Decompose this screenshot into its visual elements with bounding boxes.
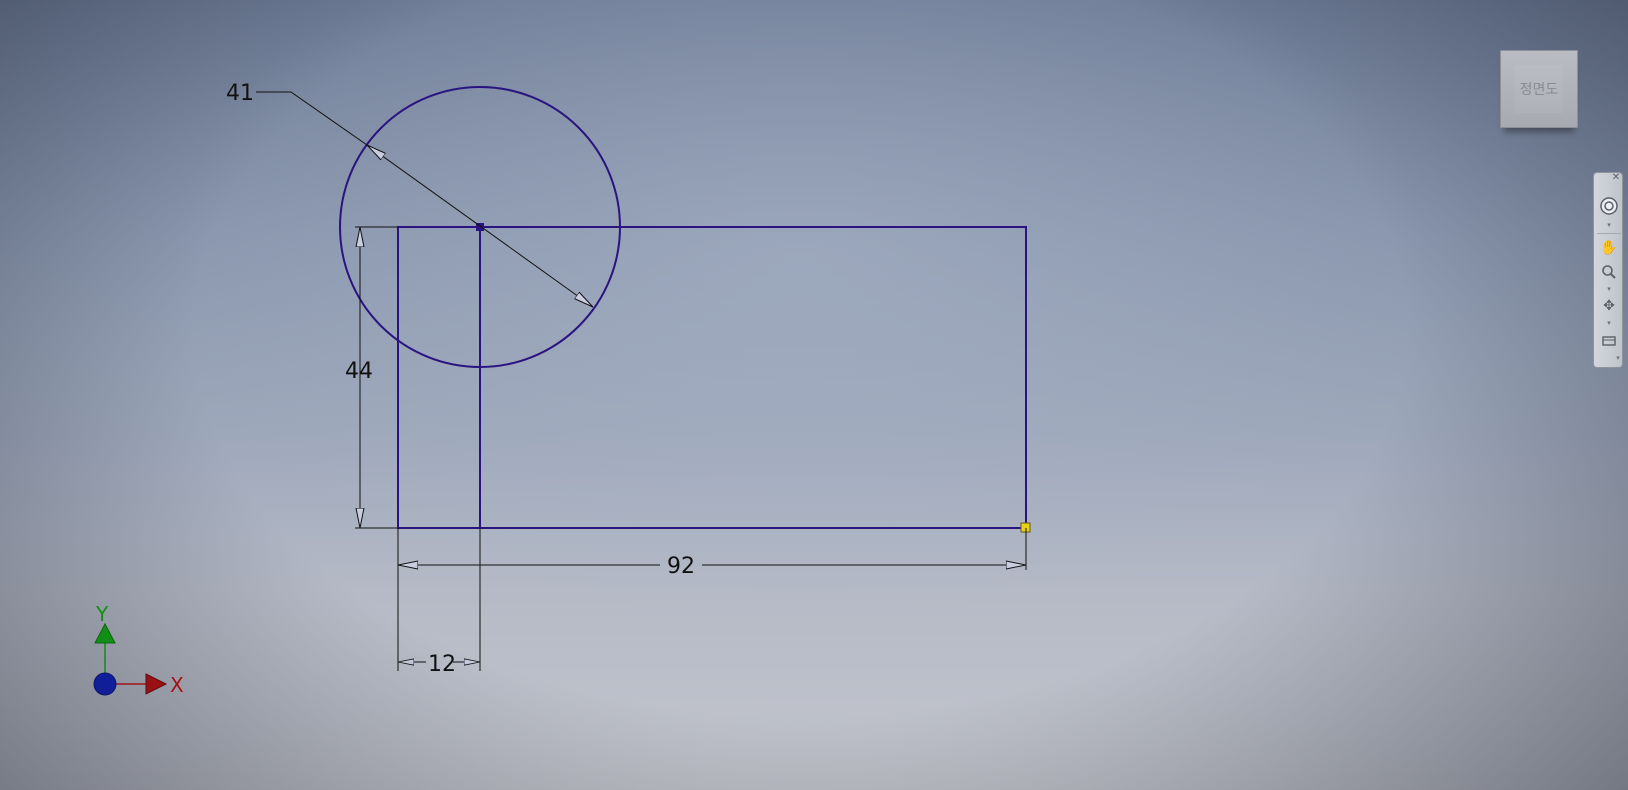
- sketch-geometry[interactable]: [339, 86, 1027, 529]
- y-axis-label: Y: [95, 602, 109, 626]
- zoom-dropdown-icon[interactable]: ▾: [1604, 285, 1614, 293]
- dimension-width[interactable]: [397, 528, 1027, 570]
- x-axis-label: X: [170, 673, 184, 697]
- close-icon[interactable]: ✕: [1610, 171, 1622, 183]
- dimension-diameter[interactable]: [256, 91, 593, 307]
- zoom-icon[interactable]: [1598, 261, 1620, 283]
- origin-icon: [93, 672, 117, 696]
- viewcube-face-label[interactable]: 정면도: [1515, 65, 1563, 113]
- sketch-rectangle[interactable]: [397, 226, 1027, 529]
- dimension-offset[interactable]: [397, 528, 481, 671]
- navbar-divider: [1597, 233, 1621, 234]
- viewcube[interactable]: 정면도: [1500, 50, 1578, 128]
- orbit-icon[interactable]: ✥: [1598, 295, 1620, 317]
- steering-wheel-icon[interactable]: [1598, 195, 1620, 217]
- look-at-icon[interactable]: [1598, 329, 1620, 351]
- axis-indicator: Y X: [93, 602, 184, 697]
- y-axis-arrow-icon: [94, 622, 116, 644]
- customize-icon[interactable]: ▾: [1613, 354, 1623, 362]
- dimension-height-value: 44: [345, 359, 373, 384]
- x-axis-arrow-icon: [145, 673, 168, 695]
- pan-icon[interactable]: ✋: [1598, 237, 1620, 259]
- orbit-dropdown-icon[interactable]: ▾: [1604, 319, 1614, 327]
- steering-wheel-dropdown-icon[interactable]: ▾: [1604, 221, 1614, 229]
- navigation-bar: ✕ ▾ ✋ ▾ ✥ ▾ ▾: [1593, 172, 1623, 368]
- dimension-width-value: 92: [667, 554, 695, 579]
- dimension-offset-value: 12: [428, 652, 456, 677]
- dimension-diameter-value: 41: [226, 81, 254, 106]
- sketch-canvas[interactable]: 41 44 92 12 Y X: [0, 0, 1628, 790]
